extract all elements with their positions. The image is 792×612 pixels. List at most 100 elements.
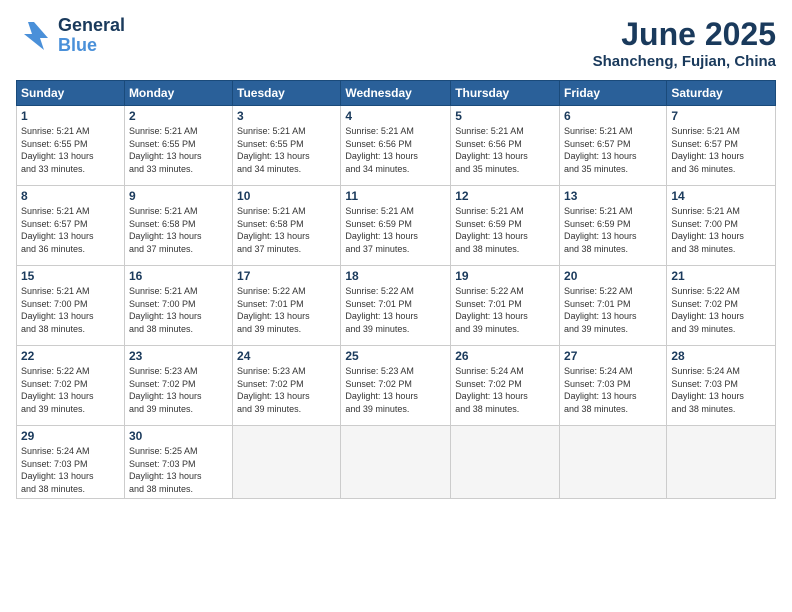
day-info: Sunrise: 5:22 AMSunset: 7:01 PMDaylight:… [237, 285, 336, 335]
day-number: 4 [345, 109, 446, 123]
table-cell: 27 Sunrise: 5:24 AMSunset: 7:03 PMDayligh… [560, 346, 667, 426]
table-cell: 19 Sunrise: 5:22 AMSunset: 7:01 PMDayligh… [451, 266, 560, 346]
day-number: 22 [21, 349, 120, 363]
day-number: 21 [671, 269, 771, 283]
day-number: 29 [21, 429, 120, 443]
header-tuesday: Tuesday [233, 81, 341, 106]
day-info: Sunrise: 5:23 AMSunset: 7:02 PMDaylight:… [129, 365, 228, 415]
day-info: Sunrise: 5:21 AMSunset: 6:55 PMDaylight:… [21, 125, 120, 175]
day-number: 28 [671, 349, 771, 363]
table-cell: 24 Sunrise: 5:23 AMSunset: 7:02 PMDayligh… [233, 346, 341, 426]
table-cell: 12 Sunrise: 5:21 AMSunset: 6:59 PMDayligh… [451, 186, 560, 266]
day-info: Sunrise: 5:21 AMSunset: 6:59 PMDaylight:… [455, 205, 555, 255]
day-number: 13 [564, 189, 662, 203]
logo-blue: Blue [58, 36, 125, 56]
table-cell: 25 Sunrise: 5:23 AMSunset: 7:02 PMDayligh… [341, 346, 451, 426]
day-number: 20 [564, 269, 662, 283]
logo: General Blue [16, 16, 125, 56]
table-cell: 26 Sunrise: 5:24 AMSunset: 7:02 PMDayligh… [451, 346, 560, 426]
day-info: Sunrise: 5:21 AMSunset: 7:00 PMDaylight:… [671, 205, 771, 255]
header-sunday: Sunday [17, 81, 125, 106]
logo-icon [16, 18, 52, 54]
day-number: 5 [455, 109, 555, 123]
calendar-row: 1 Sunrise: 5:21 AMSunset: 6:55 PMDaylight… [17, 106, 776, 186]
day-info: Sunrise: 5:22 AMSunset: 7:02 PMDaylight:… [671, 285, 771, 335]
day-number: 1 [21, 109, 120, 123]
table-cell: 18 Sunrise: 5:22 AMSunset: 7:01 PMDayligh… [341, 266, 451, 346]
header-friday: Friday [560, 81, 667, 106]
table-cell: 10Sunrise: 5:21 AMSunset: 6:58 PMDayligh… [233, 186, 341, 266]
calendar-row: 8Sunrise: 5:21 AMSunset: 6:57 PMDaylight… [17, 186, 776, 266]
month-title: June 2025 [593, 16, 776, 53]
header-wednesday: Wednesday [341, 81, 451, 106]
day-info: Sunrise: 5:22 AMSunset: 7:01 PMDaylight:… [564, 285, 662, 335]
logo-text: General Blue [58, 16, 125, 56]
day-info: Sunrise: 5:24 AMSunset: 7:02 PMDaylight:… [455, 365, 555, 415]
day-info: Sunrise: 5:23 AMSunset: 7:02 PMDaylight:… [237, 365, 336, 415]
day-info: Sunrise: 5:22 AMSunset: 7:01 PMDaylight:… [455, 285, 555, 335]
calendar: Sunday Monday Tuesday Wednesday Thursday… [16, 80, 776, 499]
day-number: 17 [237, 269, 336, 283]
table-cell: 15 Sunrise: 5:21 AMSunset: 7:00 PMDayligh… [17, 266, 125, 346]
table-cell: 23 Sunrise: 5:23 AMSunset: 7:02 PMDayligh… [124, 346, 232, 426]
table-cell [667, 426, 776, 499]
day-info: Sunrise: 5:21 AMSunset: 6:58 PMDaylight:… [237, 205, 336, 255]
header-saturday: Saturday [667, 81, 776, 106]
table-cell: 30Sunrise: 5:25 AMSunset: 7:03 PMDayligh… [124, 426, 232, 499]
day-info: Sunrise: 5:22 AMSunset: 7:02 PMDaylight:… [21, 365, 120, 415]
day-number: 6 [564, 109, 662, 123]
table-cell: 28Sunrise: 5:24 AMSunset: 7:03 PMDayligh… [667, 346, 776, 426]
location: Shancheng, Fujian, China [593, 53, 776, 70]
day-info: Sunrise: 5:25 AMSunset: 7:03 PMDaylight:… [129, 445, 228, 495]
table-cell [451, 426, 560, 499]
table-cell: 4 Sunrise: 5:21 AMSunset: 6:56 PMDaylight… [341, 106, 451, 186]
day-number: 3 [237, 109, 336, 123]
day-number: 15 [21, 269, 120, 283]
table-cell: 2 Sunrise: 5:21 AMSunset: 6:55 PMDaylight… [124, 106, 232, 186]
table-cell: 1 Sunrise: 5:21 AMSunset: 6:55 PMDaylight… [17, 106, 125, 186]
day-info: Sunrise: 5:24 AMSunset: 7:03 PMDaylight:… [21, 445, 120, 495]
header-thursday: Thursday [451, 81, 560, 106]
table-cell: 16Sunrise: 5:21 AMSunset: 7:00 PMDayligh… [124, 266, 232, 346]
day-info: Sunrise: 5:21 AMSunset: 7:00 PMDaylight:… [129, 285, 228, 335]
day-number: 11 [345, 189, 446, 203]
calendar-row: 15 Sunrise: 5:21 AMSunset: 7:00 PMDayligh… [17, 266, 776, 346]
table-cell: 22 Sunrise: 5:22 AMSunset: 7:02 PMDayligh… [17, 346, 125, 426]
table-cell: 3 Sunrise: 5:21 AMSunset: 6:55 PMDaylight… [233, 106, 341, 186]
table-cell: 7 Sunrise: 5:21 AMSunset: 6:57 PMDaylight… [667, 106, 776, 186]
day-info: Sunrise: 5:21 AMSunset: 6:55 PMDaylight:… [129, 125, 228, 175]
table-cell [560, 426, 667, 499]
table-cell: 13 Sunrise: 5:21 AMSunset: 6:59 PMDayligh… [560, 186, 667, 266]
day-number: 25 [345, 349, 446, 363]
day-number: 7 [671, 109, 771, 123]
title-block: June 2025 Shancheng, Fujian, China [593, 16, 776, 70]
day-info: Sunrise: 5:21 AMSunset: 6:56 PMDaylight:… [345, 125, 446, 175]
page: General Blue June 2025 Shancheng, Fujian… [0, 0, 792, 612]
day-number: 26 [455, 349, 555, 363]
day-info: Sunrise: 5:21 AMSunset: 7:00 PMDaylight:… [21, 285, 120, 335]
logo-general: General [58, 16, 125, 36]
day-number: 24 [237, 349, 336, 363]
table-cell: 5Sunrise: 5:21 AMSunset: 6:56 PMDaylight… [451, 106, 560, 186]
day-number: 2 [129, 109, 228, 123]
table-cell: 20 Sunrise: 5:22 AMSunset: 7:01 PMDayligh… [560, 266, 667, 346]
header: General Blue June 2025 Shancheng, Fujian… [16, 16, 776, 70]
day-info: Sunrise: 5:21 AMSunset: 6:55 PMDaylight:… [237, 125, 336, 175]
table-cell: 9Sunrise: 5:21 AMSunset: 6:58 PMDaylight… [124, 186, 232, 266]
day-info: Sunrise: 5:23 AMSunset: 7:02 PMDaylight:… [345, 365, 446, 415]
day-info: Sunrise: 5:24 AMSunset: 7:03 PMDaylight:… [564, 365, 662, 415]
table-cell [233, 426, 341, 499]
table-cell: 6Sunrise: 5:21 AMSunset: 6:57 PMDaylight… [560, 106, 667, 186]
day-number: 23 [129, 349, 228, 363]
day-number: 12 [455, 189, 555, 203]
day-number: 18 [345, 269, 446, 283]
header-monday: Monday [124, 81, 232, 106]
day-info: Sunrise: 5:21 AMSunset: 6:59 PMDaylight:… [564, 205, 662, 255]
table-cell: 21 Sunrise: 5:22 AMSunset: 7:02 PMDayligh… [667, 266, 776, 346]
day-info: Sunrise: 5:21 AMSunset: 6:57 PMDaylight:… [21, 205, 120, 255]
day-info: Sunrise: 5:21 AMSunset: 6:59 PMDaylight:… [345, 205, 446, 255]
day-info: Sunrise: 5:22 AMSunset: 7:01 PMDaylight:… [345, 285, 446, 335]
day-number: 19 [455, 269, 555, 283]
day-info: Sunrise: 5:21 AMSunset: 6:57 PMDaylight:… [671, 125, 771, 175]
day-number: 27 [564, 349, 662, 363]
